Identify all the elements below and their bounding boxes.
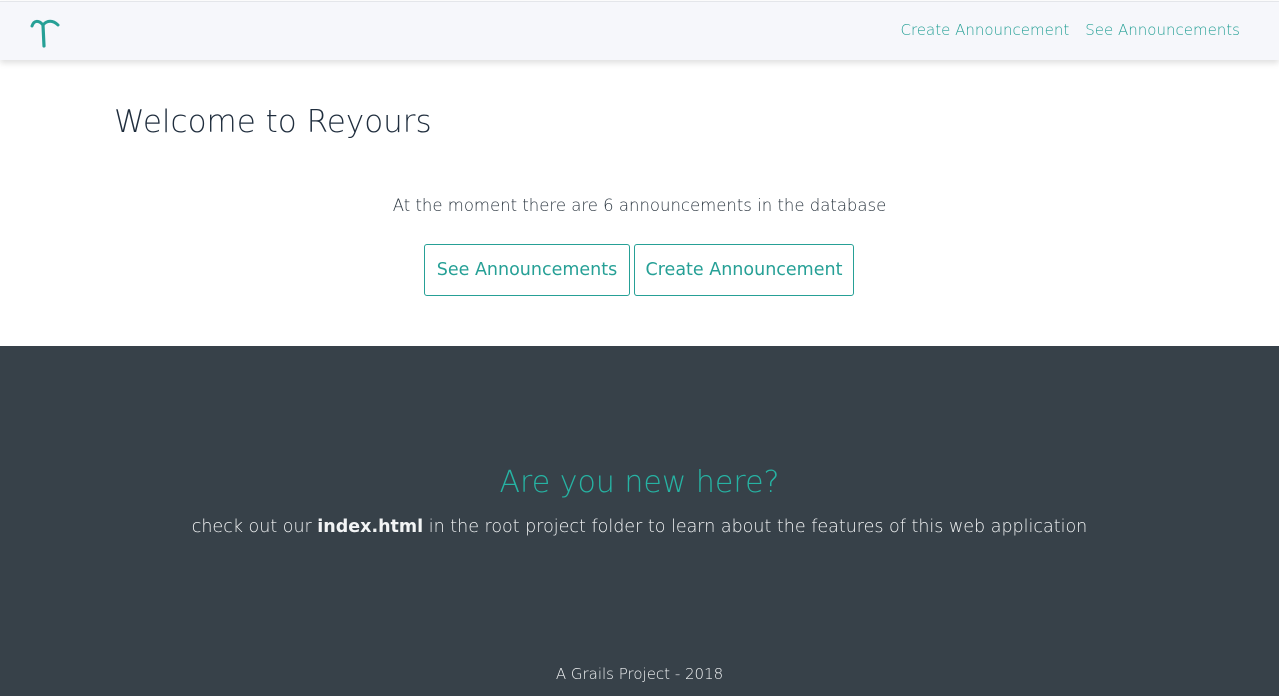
top-navbar: Create Announcement See Announcements: [0, 1, 1279, 60]
copyright-text: A Grails Project - 2018: [555, 665, 724, 683]
footer-text-before: check out our: [191, 517, 318, 537]
footer-text-after: in the root project folder to learn abou…: [423, 517, 1088, 537]
page-title: Welcome to Reyours: [114, 104, 432, 140]
footer-info-text: check out our index.html in the root pro…: [0, 517, 1279, 537]
footer: Are you new here? check out our index.ht…: [0, 346, 1279, 696]
footer-index-file-name: index.html: [317, 517, 424, 537]
announcement-count-text: At the moment there are 6 announcements …: [392, 196, 887, 215]
create-announcement-button[interactable]: Create Announcement: [634, 244, 854, 296]
nav-link-create-announcement[interactable]: Create Announcement: [900, 21, 1069, 39]
nav-links: Create Announcement See Announcements: [900, 21, 1240, 39]
see-announcements-button[interactable]: See Announcements: [424, 244, 630, 296]
nav-link-see-announcements[interactable]: See Announcements: [1085, 21, 1240, 39]
footer-heading: Are you new here?: [499, 465, 780, 500]
grails-logo-icon[interactable]: [28, 15, 62, 49]
